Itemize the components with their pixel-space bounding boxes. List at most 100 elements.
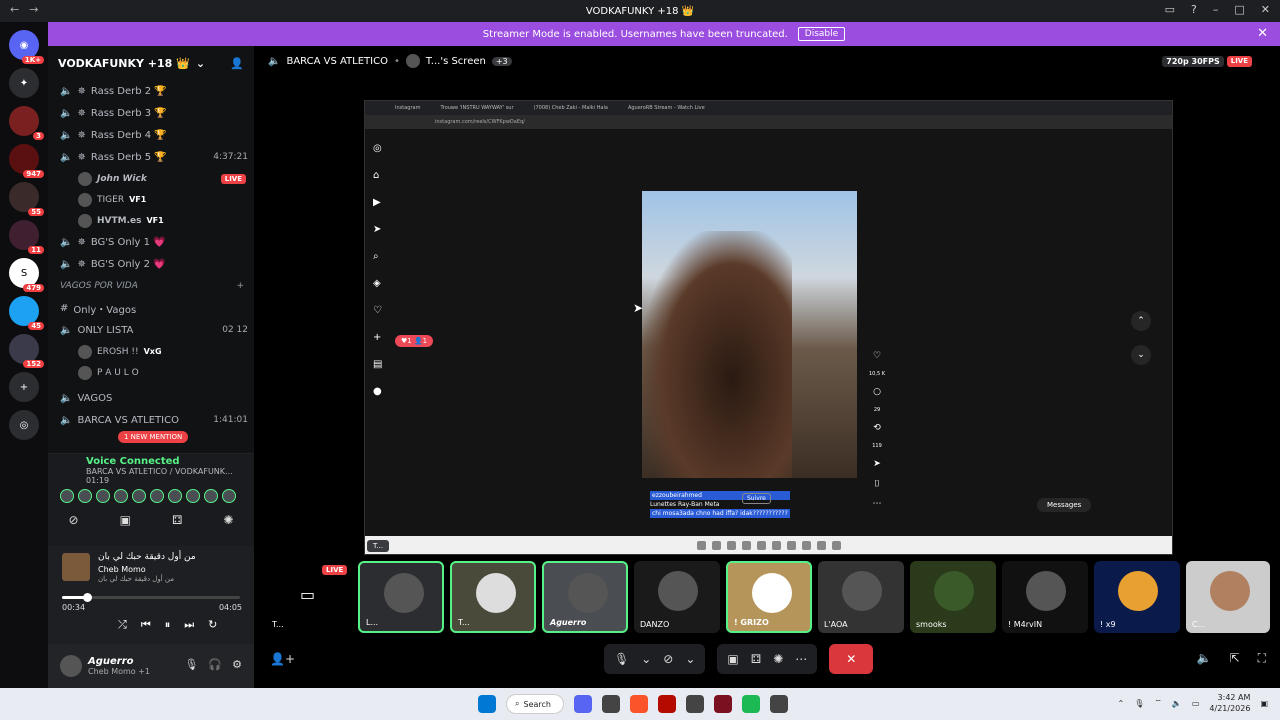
- voice-user[interactable]: HVTM.es VF1: [48, 210, 254, 231]
- voice-user[interactable]: John Wick LIVE: [48, 168, 254, 189]
- participant-tile[interactable]: ! GRIZO: [726, 561, 812, 633]
- add-member-icon[interactable]: 👤: [230, 57, 244, 70]
- track-progress-bar[interactable]: [62, 593, 240, 602]
- volume-icon[interactable]: 🔈: [1197, 651, 1212, 666]
- chevron-down-icon[interactable]: ⌄: [641, 652, 651, 666]
- participant-tile[interactable]: L'AOA: [818, 561, 904, 633]
- participant-tile[interactable]: DANZO: [634, 561, 720, 633]
- server-icon[interactable]: 947: [9, 144, 44, 178]
- avatar[interactable]: [150, 489, 164, 503]
- participant-tile[interactable]: T...: [450, 561, 536, 633]
- app-icon[interactable]: [714, 695, 732, 713]
- close-button[interactable]: ✕: [1261, 3, 1270, 16]
- category-header[interactable]: VAGOS POR VIDA +: [48, 275, 254, 297]
- voice-channel[interactable]: 🔈 ✵ BG'S Only 1 💗: [48, 231, 254, 253]
- repeat-icon[interactable]: ↻: [208, 618, 217, 632]
- voice-user[interactable]: TIGER VF1: [48, 189, 254, 210]
- discover-icon[interactable]: ◎: [9, 410, 39, 440]
- microphone-icon[interactable]: 🎙: [614, 652, 629, 666]
- server-icon[interactable]: 3: [9, 106, 44, 140]
- app-icon[interactable]: [602, 695, 620, 713]
- voice-channel[interactable]: 🔈 ✵ BG'S Only 2 💗: [48, 253, 254, 275]
- disconnect-button[interactable]: ✕: [829, 644, 874, 674]
- voice-channel[interactable]: 🔈 ✵ Rass Derb 2 🏆: [48, 80, 254, 102]
- participant-tile[interactable]: ! x9: [1094, 561, 1180, 633]
- server-icon[interactable]: 55: [9, 182, 44, 216]
- avatar[interactable]: [204, 489, 218, 503]
- help-icon[interactable]: ?: [1191, 3, 1197, 16]
- plus-icon[interactable]: +: [236, 281, 244, 291]
- soundboard-icon[interactable]: ✺: [773, 652, 783, 666]
- popout-icon[interactable]: ⇱: [1230, 651, 1240, 666]
- voice-user[interactable]: P A U L O: [48, 362, 254, 383]
- server-icon[interactable]: S 479: [9, 258, 44, 292]
- fullscreen-icon[interactable]: ⛶: [1258, 651, 1266, 666]
- chevron-down-icon[interactable]: ⌄: [685, 652, 695, 666]
- server-icon[interactable]: 45: [9, 296, 44, 330]
- soundboard-icon[interactable]: ✺: [223, 513, 233, 527]
- home-button[interactable]: ◉ 1K+: [9, 30, 44, 64]
- voice-channel[interactable]: 🔈 BARCA VS ATLETICO 1:41:01: [48, 409, 254, 431]
- voice-channel[interactable]: 🔈 ✵ Rass Derb 3 🏆: [48, 102, 254, 124]
- screen-share-icon[interactable]: ▣: [120, 513, 131, 527]
- add-person-icon[interactable]: 👤+: [270, 652, 295, 666]
- inbox-icon[interactable]: ▭: [1165, 3, 1175, 16]
- shared-screen[interactable]: Instagram Trouwe 'INSTRU WAYWAY' sur (7008…: [364, 100, 1173, 555]
- avatar[interactable]: [186, 489, 200, 503]
- camera-off-icon[interactable]: ⊘: [69, 513, 79, 527]
- chevron-up-icon[interactable]: ⌃: [1117, 699, 1124, 708]
- notification-icon[interactable]: ▣: [1260, 699, 1268, 708]
- app-icon[interactable]: [686, 695, 704, 713]
- microphone-icon[interactable]: 🎙: [184, 658, 198, 671]
- participant-tile[interactable]: Aguerro: [542, 561, 628, 633]
- username[interactable]: Aguerro: [88, 656, 150, 667]
- server-icon[interactable]: 152: [9, 334, 44, 368]
- voice-channel[interactable]: 🔈 ONLY LISTA 02 12: [48, 319, 254, 341]
- next-icon[interactable]: ⏭: [184, 618, 194, 632]
- participant-tile[interactable]: ! M4rvIN: [1002, 561, 1088, 633]
- app-icon[interactable]: [770, 695, 788, 713]
- pause-icon[interactable]: ⏸: [165, 618, 171, 632]
- microphone-icon[interactable]: 🎙: [1134, 699, 1144, 708]
- brave-icon[interactable]: [630, 695, 648, 713]
- minimize-button[interactable]: –: [1213, 3, 1219, 16]
- disable-button[interactable]: Disable: [797, 27, 846, 41]
- discord-app-icon[interactable]: [574, 695, 592, 713]
- participant-tile[interactable]: L...: [358, 561, 444, 633]
- start-icon[interactable]: [478, 695, 496, 713]
- headphones-icon[interactable]: 🎧: [208, 658, 222, 671]
- activities-icon[interactable]: ⚃: [172, 513, 182, 527]
- voice-channel-name[interactable]: BARCA VS ATLETICO / VODKAFUNK...: [48, 467, 254, 476]
- voice-user[interactable]: EROSH !! VxG: [48, 341, 254, 362]
- avatar[interactable]: [78, 489, 92, 503]
- avatar[interactable]: [60, 655, 82, 677]
- avatar[interactable]: [168, 489, 182, 503]
- forward-arrow-icon[interactable]: →: [29, 3, 38, 16]
- server-icon[interactable]: 11: [9, 220, 44, 254]
- avatar[interactable]: [132, 489, 146, 503]
- guild-header[interactable]: VODKAFUNKY +18 👑 ⌄ 👤: [48, 46, 254, 80]
- text-channel[interactable]: # Only・Vagos: [48, 297, 254, 319]
- volume-icon[interactable]: 🔈: [1172, 699, 1182, 708]
- screen-share-icon[interactable]: ▣: [727, 652, 738, 666]
- voice-channel[interactable]: 🔈 VAGOS: [48, 387, 254, 409]
- participant-tile[interactable]: C...: [1186, 561, 1270, 633]
- viewer-count[interactable]: +3: [491, 56, 512, 66]
- previous-icon[interactable]: ⏮: [141, 618, 151, 632]
- avatar[interactable]: [114, 489, 128, 503]
- participant-tile[interactable]: LIVE ▭ T...: [266, 561, 352, 633]
- participant-tile[interactable]: smooks: [910, 561, 996, 633]
- spotify-icon[interactable]: [742, 695, 760, 713]
- more-icon[interactable]: ⋯: [795, 652, 807, 666]
- new-mention-badge[interactable]: 1 NEW MENTION: [118, 431, 189, 443]
- wifi-icon[interactable]: ⌔: [1154, 698, 1162, 708]
- back-arrow-icon[interactable]: ←: [10, 3, 19, 16]
- battery-icon[interactable]: ▭: [1192, 699, 1200, 708]
- avatar[interactable]: [96, 489, 110, 503]
- avatar[interactable]: [60, 489, 74, 503]
- close-icon[interactable]: ✕: [1257, 26, 1268, 41]
- clock[interactable]: 3:42 AM 4/21/2026: [1209, 692, 1250, 714]
- maximize-button[interactable]: □: [1234, 3, 1244, 16]
- voice-channel[interactable]: 🔈 ✵ Rass Derb 5 🏆 4:37:21: [48, 146, 254, 168]
- gear-icon[interactable]: ⚙: [232, 658, 242, 671]
